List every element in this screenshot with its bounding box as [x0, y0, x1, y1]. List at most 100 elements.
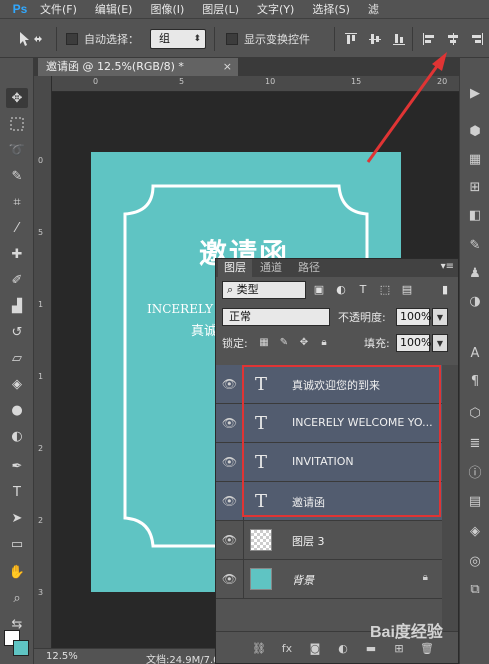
brush-tool-icon[interactable]: ✐ — [6, 270, 28, 290]
fx-icon[interactable]: fx — [280, 641, 294, 655]
grid-icon[interactable]: ⊞ — [466, 178, 484, 196]
menu-select[interactable]: 选择(S) — [312, 1, 350, 17]
align-left-icon[interactable] — [422, 32, 436, 46]
eye-icon[interactable]: 👁︎ — [216, 404, 244, 442]
menu-filter[interactable]: 滤 — [368, 1, 379, 17]
hand-tool-icon[interactable]: ✋ — [6, 562, 28, 582]
filter-adjustment-icon[interactable]: ◐ — [334, 282, 348, 296]
layer-row[interactable]: 👁︎ 背景 🔒︎ — [216, 560, 442, 599]
properties-icon[interactable]: ▤ — [466, 492, 484, 510]
menu-layer[interactable]: 图层(L) — [202, 1, 239, 17]
folder-icon[interactable]: ▬ — [364, 641, 378, 655]
dodge-tool-icon[interactable]: ◐ — [6, 426, 28, 446]
trash-icon[interactable]: 🗑︎ — [420, 641, 434, 655]
chevron-down-icon[interactable]: ▼ — [432, 334, 448, 352]
zoom-tool-icon[interactable]: ⌕ — [6, 588, 28, 608]
layer-filter-dropdown[interactable]: ⌕ 类型 — [222, 281, 306, 299]
menu-image[interactable]: 图像(I) — [150, 1, 184, 17]
align-top-icon[interactable] — [344, 32, 358, 46]
filter-toggle-icon[interactable]: ▮ — [438, 282, 452, 296]
filter-smart-object-icon[interactable]: ▤ — [400, 282, 414, 296]
rectangle-tool-icon[interactable]: ▭ — [6, 534, 28, 554]
panel-menu-icon[interactable]: ▾≡ — [441, 261, 454, 272]
auto-select-checkbox[interactable] — [66, 33, 78, 45]
move-tool-icon[interactable]: ✥ — [6, 88, 28, 108]
move-icon[interactable] — [18, 31, 44, 47]
lock-transparency-icon[interactable]: ▦ — [258, 336, 270, 348]
background-color-swatch[interactable] — [13, 640, 29, 656]
clone-source-icon[interactable]: ♟ — [466, 264, 484, 282]
filter-pixel-icon[interactable]: ▣ — [312, 282, 326, 296]
separator — [56, 27, 57, 51]
3d-icon[interactable]: ⬡ — [466, 404, 484, 422]
show-transform-checkbox[interactable] — [226, 33, 238, 45]
tab-layers[interactable]: 图层 — [218, 259, 252, 277]
paint-bucket-icon[interactable]: ◈ — [6, 374, 28, 394]
layers-scrollbar[interactable] — [442, 365, 458, 631]
paragraph-icon[interactable]: ¶ — [466, 372, 484, 390]
lasso-tool-icon[interactable]: ➰ — [6, 140, 28, 160]
adjustment-layer-icon[interactable]: ◐ — [336, 641, 350, 655]
brush-icon[interactable]: ✎ — [466, 236, 484, 254]
layer-row[interactable]: 👁︎ 图层 3 — [216, 521, 442, 560]
paths-icon[interactable]: ⧉ — [466, 580, 484, 598]
cube-icon[interactable]: ⬢ — [466, 122, 484, 140]
menu-type[interactable]: 文字(Y) — [257, 1, 294, 17]
stamp-tool-icon[interactable]: ▟ — [6, 296, 28, 316]
lock-position-icon[interactable]: ✥ — [298, 336, 310, 348]
marquee-tool-icon[interactable] — [6, 114, 28, 134]
align-hcenter-icon[interactable] — [446, 32, 460, 46]
tab-channels[interactable]: 通道 — [254, 259, 288, 277]
new-layer-icon[interactable]: ⊞ — [392, 641, 406, 655]
ruler-label: 2 — [38, 444, 44, 453]
align-bottom-icon[interactable] — [392, 32, 406, 46]
layers-panel-icon[interactable]: ◈ — [466, 522, 484, 540]
zoom-level[interactable]: 12.5% — [46, 651, 78, 662]
filter-shape-icon[interactable]: ⬚ — [378, 282, 392, 296]
filter-type-icon[interactable]: T — [356, 282, 370, 296]
chevron-down-icon[interactable]: ▼ — [432, 308, 448, 326]
type-tool-icon[interactable]: T — [6, 482, 28, 502]
document-tab[interactable]: 邀请函 @ 12.5%(RGB/8) * × — [38, 58, 238, 76]
pen-tool-icon[interactable]: ✒ — [6, 456, 28, 476]
eye-icon[interactable]: 👁︎ — [216, 482, 244, 520]
adjustments-icon[interactable]: ◑ — [466, 292, 484, 310]
eye-icon[interactable]: 👁︎ — [216, 365, 244, 403]
eraser-tool-icon[interactable]: ▱ — [6, 348, 28, 368]
play-icon[interactable]: ▶ — [466, 84, 484, 102]
quick-select-tool-icon[interactable]: ✎ — [6, 166, 28, 186]
menu-file[interactable]: 文件(F) — [40, 1, 77, 17]
auto-select-dropdown[interactable]: 组 ⬍ — [150, 29, 206, 49]
swatches-icon[interactable]: ▦ — [466, 150, 484, 168]
mask-icon[interactable]: ◙ — [308, 641, 322, 655]
tab-paths[interactable]: 路径 — [292, 259, 326, 277]
eye-icon[interactable]: 👁︎ — [216, 521, 244, 559]
blend-mode-dropdown[interactable]: 正常 — [222, 308, 330, 326]
ruler-label: 10 — [265, 77, 276, 86]
separator — [214, 27, 215, 51]
healing-brush-icon[interactable]: ✚ — [6, 244, 28, 264]
crop-tool-icon[interactable]: ⌗ — [6, 192, 28, 212]
eye-icon[interactable]: 👁︎ — [216, 443, 244, 481]
fill-input[interactable]: 100% — [396, 334, 431, 352]
ruler-label: 3 — [38, 588, 44, 597]
channels-icon[interactable]: ◎ — [466, 552, 484, 570]
align-vcenter-icon[interactable] — [368, 32, 382, 46]
timeline-icon[interactable]: ≣ — [466, 434, 484, 452]
lock-pixels-icon[interactable]: ✎ — [278, 336, 290, 348]
lock-all-icon[interactable]: 🔒︎ — [318, 336, 330, 348]
path-select-icon[interactable]: ➤ — [6, 508, 28, 528]
character-icon[interactable]: A — [466, 344, 484, 362]
blur-tool-icon[interactable]: ● — [6, 400, 28, 420]
align-right-icon[interactable] — [470, 32, 484, 46]
menu-edit[interactable]: 编辑(E) — [95, 1, 133, 17]
eye-icon[interactable]: 👁︎ — [216, 560, 244, 598]
eyedropper-tool-icon[interactable]: ⁄ — [6, 218, 28, 238]
photoshop-logo: Ps — [12, 2, 28, 16]
link-icon[interactable]: ⛓ — [252, 641, 266, 655]
opacity-input[interactable]: 100% — [396, 308, 431, 326]
close-icon[interactable]: × — [223, 58, 232, 76]
info-icon[interactable]: ⓘ — [466, 462, 484, 481]
styles-icon[interactable]: ◧ — [466, 206, 484, 224]
history-brush-icon[interactable]: ↺ — [6, 322, 28, 342]
